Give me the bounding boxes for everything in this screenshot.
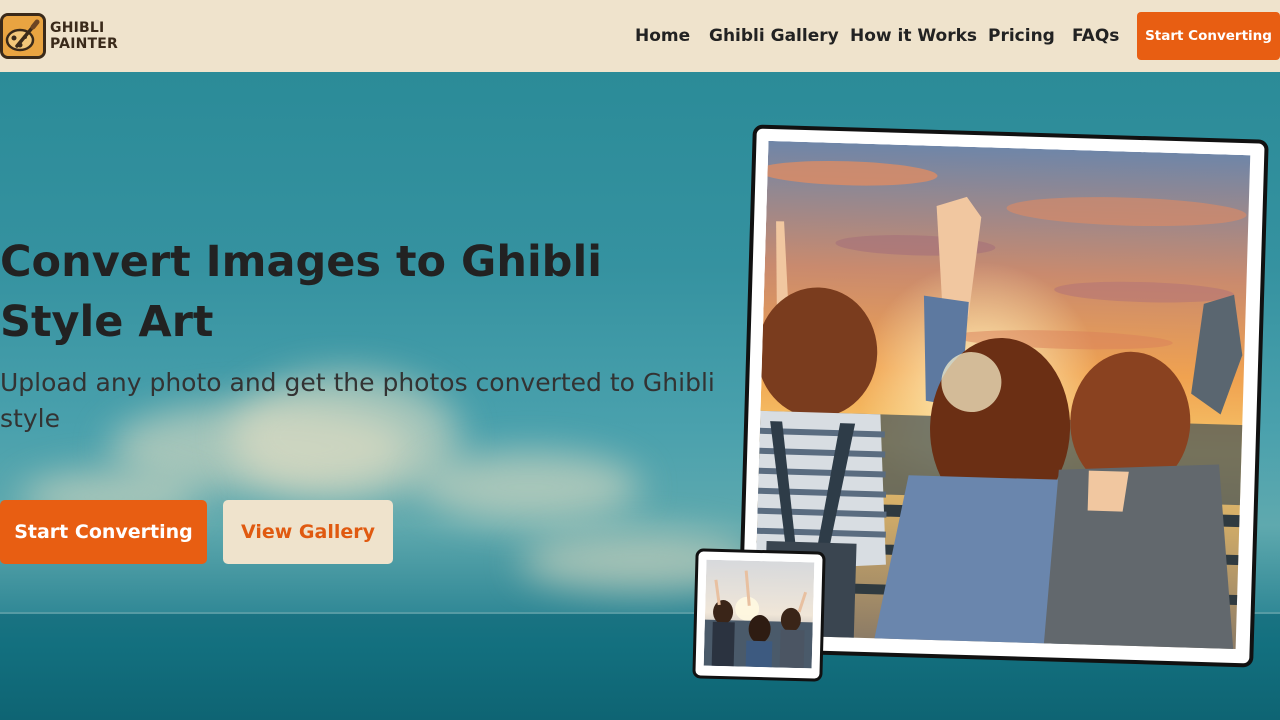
nav-link-faqs[interactable]: FAQs [1072, 24, 1119, 48]
ghibli-example-image [753, 140, 1251, 650]
hero-subtitle: Upload any photo and get the photos conv… [0, 368, 715, 433]
top-navbar: GHIBLI PAINTER Home Ghibli Gallery How i… [0, 0, 1280, 72]
nav-link-pricing[interactable]: Pricing [988, 24, 1055, 48]
original-photo-thumbnail-frame [692, 548, 826, 682]
nav-link-ghibli-gallery[interactable]: Ghibli Gallery [709, 24, 839, 48]
background-cloud [420, 452, 640, 522]
nav-link-how-it-works[interactable]: How it Works [850, 24, 977, 48]
hero-start-converting-button[interactable]: Start Converting [0, 500, 207, 564]
original-photo-thumbnail [703, 559, 815, 669]
hero-view-gallery-button[interactable]: View Gallery [223, 500, 393, 564]
hero-section: Convert Images to Ghibli Style Art Uploa… [0, 72, 1280, 720]
hero-title: Convert Images to Ghibli Style Art [0, 237, 602, 347]
main-navigation: Home Ghibli Gallery How it Works Pricing… [0, 0, 1280, 72]
nav-start-converting-button[interactable]: Start Converting [1137, 12, 1280, 60]
nav-link-home[interactable]: Home [635, 24, 690, 48]
